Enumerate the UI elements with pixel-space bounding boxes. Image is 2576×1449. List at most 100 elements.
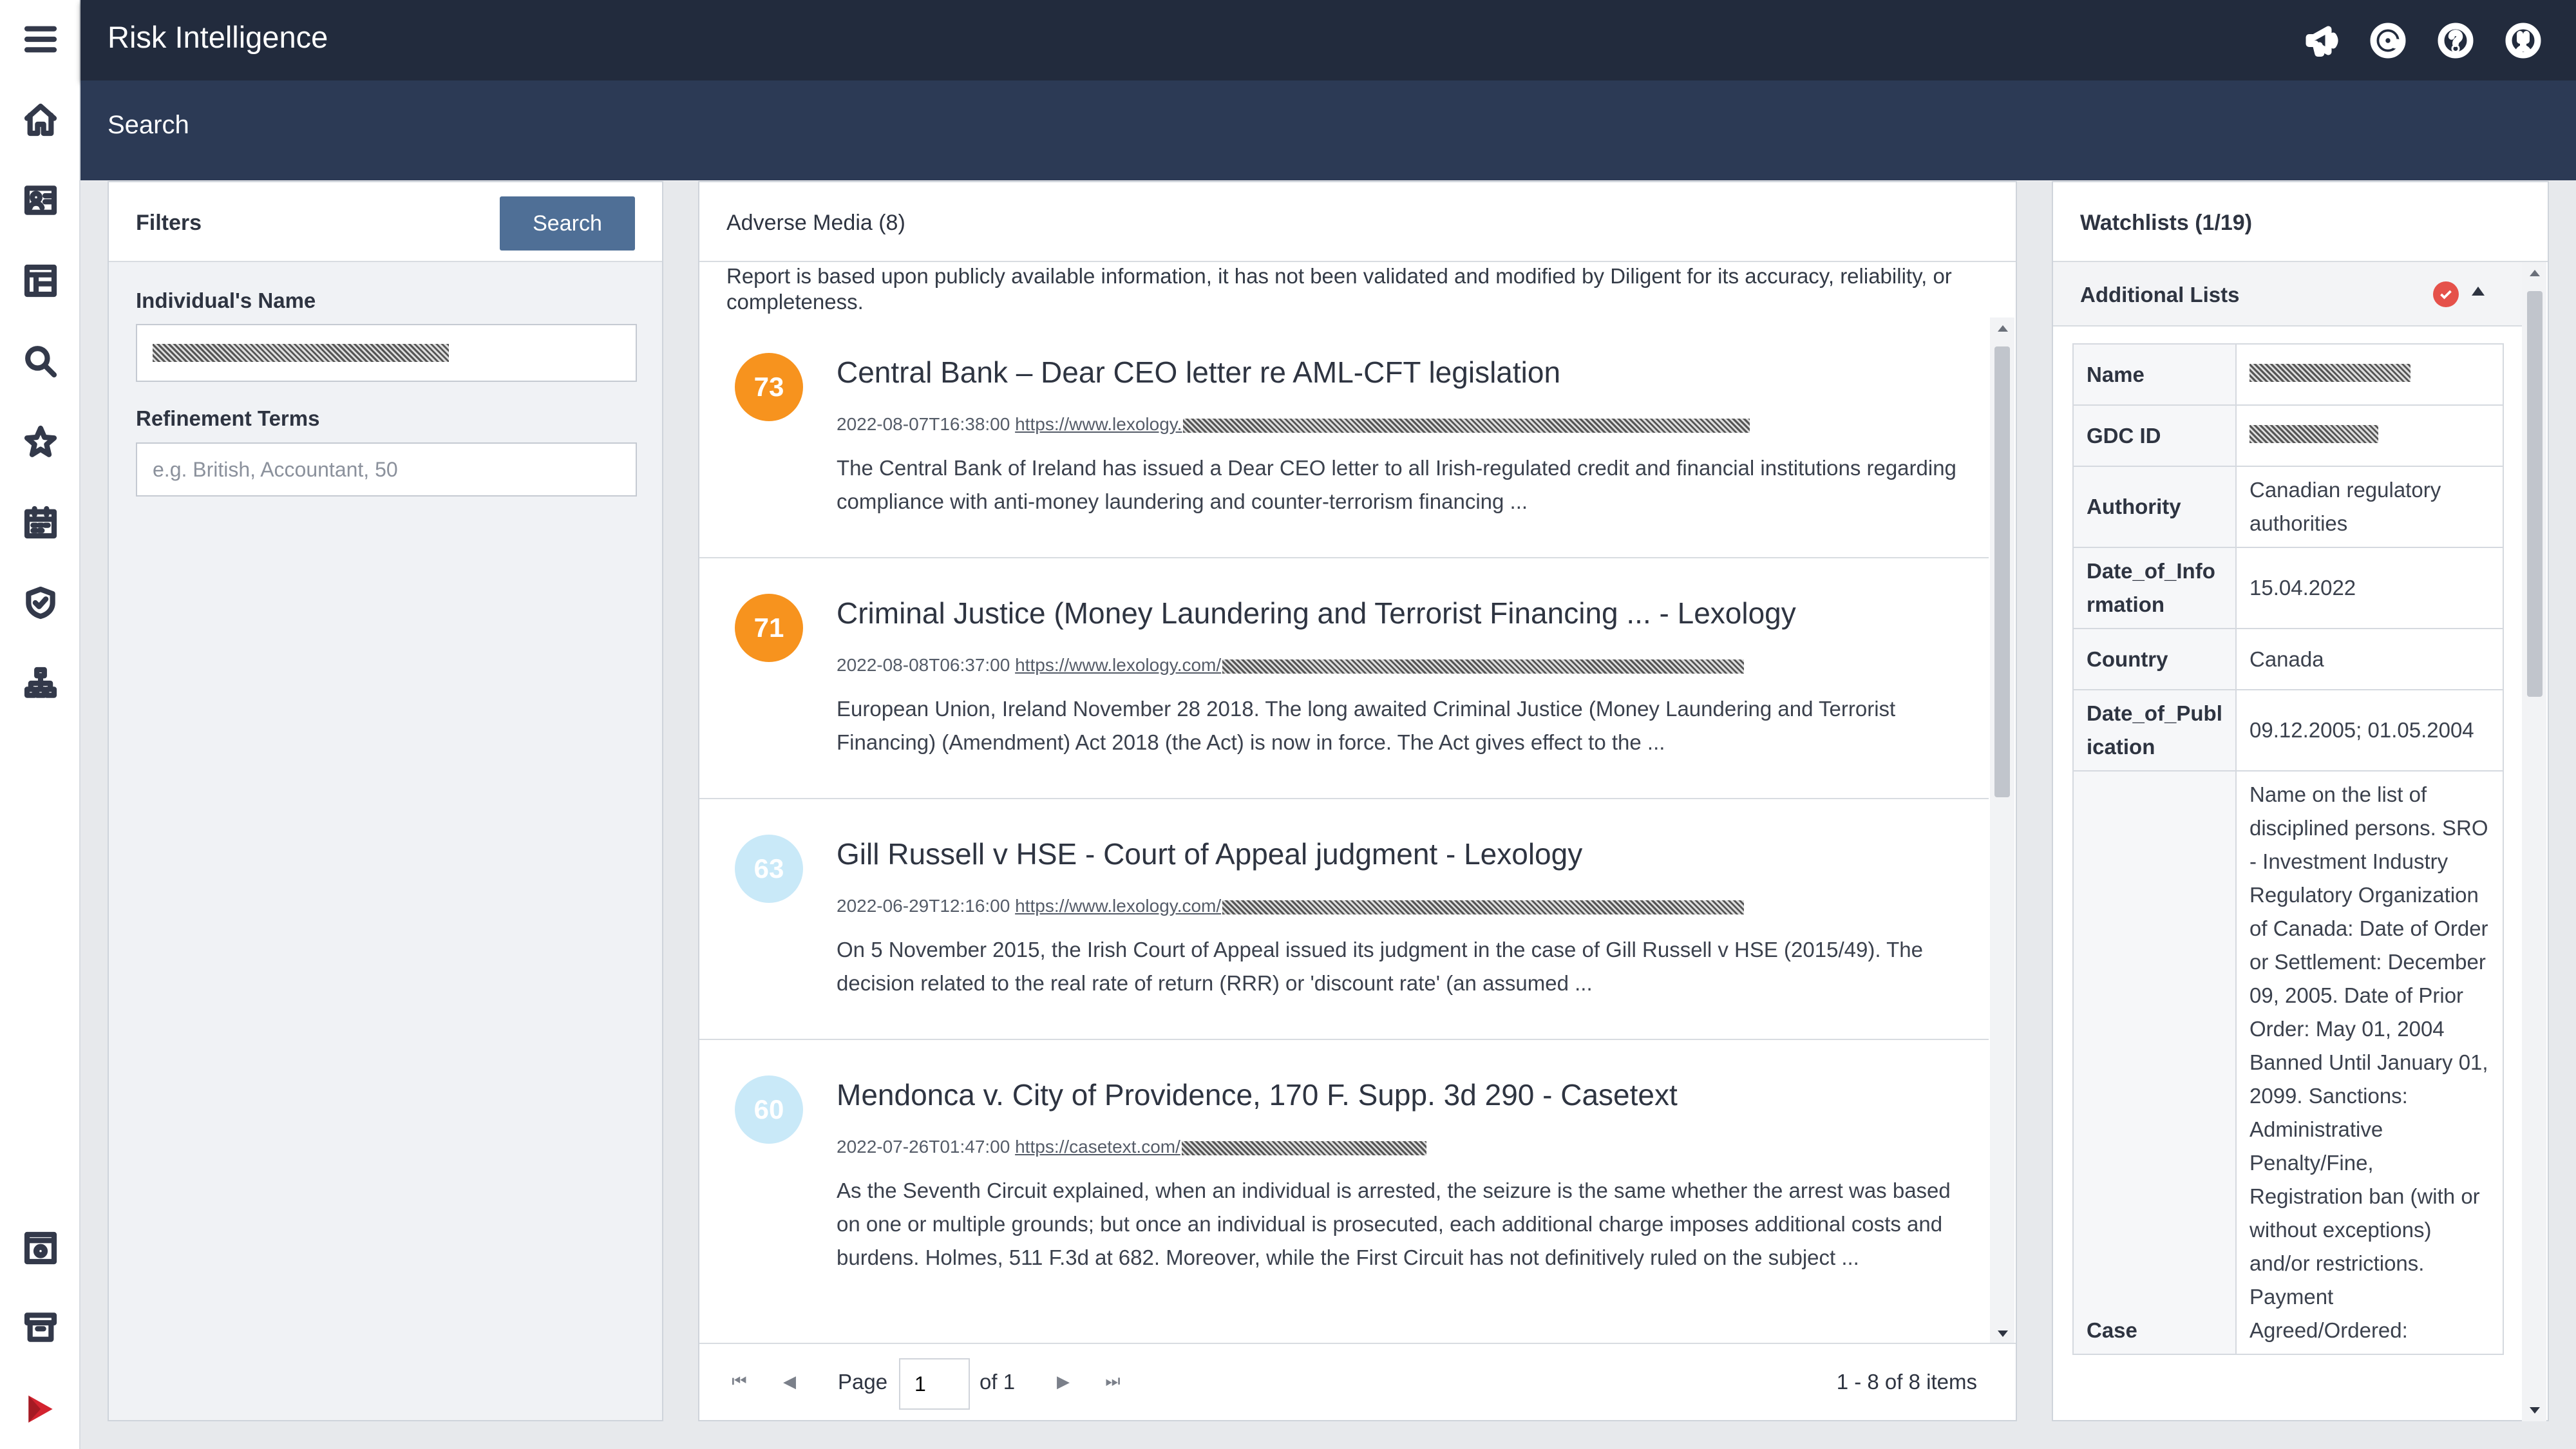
- redacted-url: [1222, 900, 1745, 914]
- left-sidebar: [0, 0, 80, 1449]
- megaphone-icon[interactable]: [2302, 19, 2345, 62]
- next-page-icon[interactable]: ▶: [1050, 1368, 1076, 1394]
- score-badge: 63: [735, 835, 803, 903]
- result-snippet: As the Seventh Circuit explained, when a…: [837, 1179, 1951, 1269]
- diligent-logo: [19, 1388, 62, 1430]
- row-key: Date_of_Publication: [2072, 689, 2237, 772]
- filters-title: Filters: [136, 211, 202, 235]
- home-icon[interactable]: [19, 99, 62, 141]
- shield-check-icon[interactable]: [19, 582, 62, 624]
- row-key: Country: [2072, 628, 2237, 690]
- page-title: Search: [108, 111, 189, 139]
- result-date: 2022-06-29T12:16:00: [837, 896, 1010, 916]
- search-button[interactable]: Search: [500, 196, 635, 251]
- settings-panel-icon[interactable]: [19, 1227, 62, 1269]
- result-date: 2022-07-26T01:47:00: [837, 1137, 1010, 1157]
- scrollbar-thumb[interactable]: [1994, 346, 2010, 797]
- additional-lists-section[interactable]: Additional Lists: [2053, 262, 2523, 327]
- watchlists-panel: Watchlists (1/19) Additional Lists Name …: [2052, 181, 2549, 1421]
- row-value: 15.04.2022: [2235, 547, 2504, 629]
- watchlist-scrollbar[interactable]: [2522, 262, 2546, 1421]
- result-link[interactable]: https://casetext.com/: [1015, 1137, 1180, 1157]
- star-icon[interactable]: [19, 421, 62, 463]
- items-count: 1 - 8 of 8 items: [1836, 1370, 1977, 1394]
- result-meta: 2022-08-08T06:37:00 https://www.lexology…: [837, 655, 1745, 676]
- result-link[interactable]: https://www.lexology.com/: [1015, 655, 1221, 675]
- result-title[interactable]: Mendonca v. City of Providence, 170 F. S…: [837, 1077, 1678, 1112]
- table-row: GDC ID: [2072, 404, 2504, 467]
- result-item[interactable]: 60 Mendonca v. City of Providence, 170 F…: [699, 1040, 1989, 1345]
- filters-header: Filters Search: [109, 182, 662, 262]
- scroll-down-arrow[interactable]: [1998, 1331, 2008, 1337]
- redacted-url: [1183, 418, 1750, 433]
- row-key: Date_of_Information: [2072, 547, 2237, 629]
- result-snippet: The Central Bank of Ireland has issued a…: [837, 456, 1956, 513]
- page-of-label: of 1: [980, 1370, 1016, 1394]
- first-page-icon[interactable]: ⏮: [726, 1368, 752, 1394]
- filters-panel: Filters Search Individual's Name Refinem…: [108, 181, 663, 1421]
- search-icon[interactable]: [19, 340, 62, 383]
- menu-icon[interactable]: [19, 18, 62, 61]
- watchlists-title: Watchlists (1/19): [2080, 211, 2253, 235]
- scrollbar-thumb[interactable]: [2527, 291, 2543, 697]
- adverse-media-panel: Adverse Media (8) Report is based upon p…: [698, 181, 2017, 1421]
- watchlists-header: Watchlists (1/19): [2053, 182, 2548, 262]
- result-snippet: European Union, Ireland November 28 2018…: [837, 697, 1896, 754]
- table-row: Country Canada: [2072, 628, 2504, 690]
- refinement-label: Refinement Terms: [136, 406, 320, 430]
- result-snippet: On 5 November 2015, the Irish Court of A…: [837, 938, 1923, 995]
- row-key: Case: [2072, 770, 2237, 1355]
- table-row: Date_of_Information 15.04.2022: [2072, 547, 2504, 629]
- scroll-up-arrow[interactable]: [2530, 270, 2540, 276]
- prev-page-icon[interactable]: ◀: [777, 1368, 802, 1394]
- result-item[interactable]: 71 Criminal Justice (Money Laundering an…: [699, 558, 1989, 799]
- at-sign-icon[interactable]: [2367, 19, 2409, 62]
- name-label: Individual's Name: [136, 289, 316, 312]
- archive-icon[interactable]: [19, 1306, 62, 1349]
- table-row: Case Name on the list of disciplined per…: [2072, 770, 2504, 1355]
- calendar-icon[interactable]: [19, 501, 62, 544]
- user-icon[interactable]: [2502, 19, 2544, 62]
- result-title[interactable]: Gill Russell v HSE - Court of Appeal jud…: [837, 837, 1582, 871]
- row-value: 09.12.2005; 01.05.2004: [2235, 689, 2504, 772]
- row-value: Canada: [2235, 628, 2504, 690]
- scroll-down-arrow[interactable]: [2530, 1407, 2540, 1414]
- table-row: Date_of_Publication 09.12.2005; 01.05.20…: [2072, 689, 2504, 772]
- check-badge-icon: [2433, 281, 2459, 307]
- row-value: [2235, 404, 2504, 467]
- result-date: 2022-08-07T16:38:00: [837, 414, 1010, 434]
- row-value: Canadian regulatory authorities: [2235, 466, 2504, 548]
- result-link[interactable]: https://www.lexology.com/: [1015, 896, 1221, 916]
- scroll-up-arrow[interactable]: [1998, 325, 2008, 332]
- results-scrollbar[interactable]: [1990, 317, 2014, 1345]
- result-item[interactable]: 73 Central Bank – Dear CEO letter re AML…: [699, 317, 1989, 558]
- result-meta: 2022-08-07T16:38:00 https://www.lexology…: [837, 414, 1750, 435]
- results-list: 73 Central Bank – Dear CEO letter re AML…: [699, 317, 1989, 1345]
- disclaimer-text: Report is based upon publicly available …: [726, 264, 1952, 314]
- result-item[interactable]: 63 Gill Russell v HSE - Court of Appeal …: [699, 799, 1989, 1040]
- name-field[interactable]: [136, 324, 637, 382]
- sub-header: Search: [80, 80, 2576, 180]
- id-card-icon[interactable]: [19, 179, 62, 222]
- row-value: Name on the list of disciplined persons.…: [2235, 770, 2504, 1355]
- row-key: Name: [2072, 343, 2237, 406]
- score-badge: 71: [735, 594, 803, 662]
- result-title[interactable]: Central Bank – Dear CEO letter re AML-CF…: [837, 355, 1560, 390]
- table-icon[interactable]: [19, 260, 62, 302]
- table-row: Name: [2072, 343, 2504, 406]
- page-number-input[interactable]: [899, 1358, 970, 1410]
- result-meta: 2022-06-29T12:16:00 https://www.lexology…: [837, 896, 1745, 916]
- redacted-url: [1222, 659, 1745, 674]
- refinement-terms-input[interactable]: [136, 442, 637, 497]
- result-link[interactable]: https://www.lexology.: [1015, 414, 1182, 434]
- score-badge: 60: [735, 1075, 803, 1144]
- top-bar: Risk Intelligence: [80, 0, 2576, 80]
- adverse-media-header: Adverse Media (8): [699, 182, 2016, 262]
- pager: ⏮ ◀ Page of 1 ▶ ⏭ 1 - 8 of 8 items: [699, 1343, 2016, 1420]
- collapse-arrow-icon[interactable]: [2472, 287, 2485, 296]
- result-title[interactable]: Criminal Justice (Money Laundering and T…: [837, 596, 1796, 630]
- last-page-icon[interactable]: ⏭: [1100, 1368, 1126, 1394]
- org-chart-icon[interactable]: [19, 662, 62, 705]
- row-key: Authority: [2072, 466, 2237, 548]
- help-icon[interactable]: [2434, 19, 2477, 62]
